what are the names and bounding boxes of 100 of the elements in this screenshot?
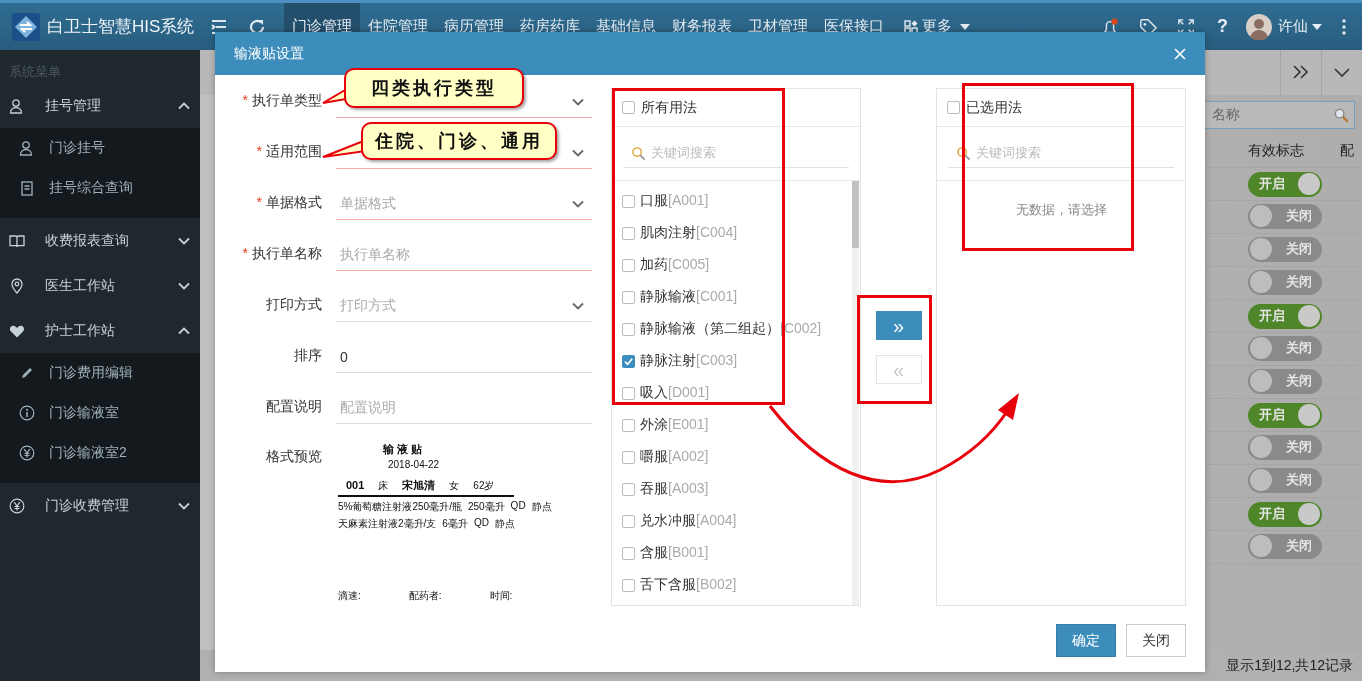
field-label: 打印方式 [265,295,322,314]
checkbox[interactable] [622,546,635,560]
close-icon[interactable] [1174,47,1186,60]
sidebar-group[interactable]: 护士工作站 [0,308,200,353]
checkbox[interactable] [622,514,635,528]
chevron-icon [178,501,190,510]
pagination-text: 显示1到12,共12记录 [1226,656,1353,675]
checkbox[interactable] [622,578,635,592]
option-label[interactable]: 吸入[D001] [640,384,710,402]
help-icon[interactable]: ? [1217,16,1228,37]
preview-cell: 天麻素注射液2毫升/支 [338,517,437,531]
checkbox[interactable] [947,101,960,114]
app-title: 白卫士智慧HIS系统 [47,16,195,38]
option-label[interactable]: 含服[B001] [640,544,709,562]
signature-label: 时间: [489,589,513,603]
sidebar-group[interactable]: 门诊收费管理 [0,483,200,528]
location-pin-icon [9,277,25,294]
patient-age: 62岁 [473,479,495,493]
toggle-switch[interactable]: 开启 [1248,402,1322,428]
close-button[interactable]: 关闭 [1126,624,1186,657]
field-label: * 单据格式 [255,193,322,212]
checkbox[interactable] [622,101,635,114]
option-label[interactable]: 兑水冲服[A004] [640,512,737,530]
option-label[interactable]: 加药[C005] [640,256,710,274]
option-label[interactable]: 嚼服[A002] [640,448,709,466]
signature-label: 配药者: [408,589,442,603]
option-label[interactable]: 肌肉注射[C004] [640,224,738,242]
toggle-switch[interactable]: 关闭 [1248,434,1322,460]
grid-icon [904,19,918,34]
search-icon [1334,107,1349,123]
checkbox[interactable] [622,322,635,336]
toggle-switch[interactable]: 关闭 [1248,269,1322,295]
input-field[interactable]: 0 [336,342,592,373]
preview-cell-text: QD [510,500,526,513]
patient-name: 宋旭清 [402,478,436,493]
search-icon [631,145,646,161]
checkbox[interactable] [622,482,635,496]
search-icon [956,145,971,161]
logo-icon [12,12,40,41]
sidebar-group[interactable]: 挂号管理 [0,83,200,128]
chevron-icon [572,302,584,310]
avatar-icon[interactable] [1246,13,1272,40]
field-label: 格式预览 [265,448,322,466]
column-header: 有效标志 [1248,142,1305,160]
sidebar-item[interactable]: 门诊费用编辑 [0,353,200,393]
field-label: * 适用范围 [255,142,322,161]
more-icon[interactable] [1342,18,1346,35]
toggle-switch[interactable]: 关闭 [1248,533,1322,559]
sidebar-item[interactable]: 门诊输液室2 [0,433,200,473]
patient-sex: 女 [449,479,460,493]
user-icon [9,97,25,114]
checkbox[interactable] [622,386,635,400]
option-label[interactable]: 吞服[A003] [640,480,709,498]
option-label[interactable]: 静脉输液[C001] [640,288,738,306]
column-header: 配 [1340,142,1354,160]
toggle-switch[interactable]: 开启 [1248,171,1322,197]
toggle-switch[interactable]: 关闭 [1248,236,1322,262]
option-label[interactable]: 口服[A001] [640,192,709,210]
signature-label: 滴速: [338,589,361,603]
toggle-switch[interactable]: 关闭 [1248,368,1322,394]
checkbox[interactable] [622,290,635,304]
option-label[interactable]: 静脉注射[C003] [640,352,738,370]
clipboard-icon [19,180,35,196]
sidebar-group[interactable]: 医生工作站 [0,263,200,308]
checkbox[interactable] [622,418,635,432]
preview-cell: 5%葡萄糖注射液250毫升/瓶 [338,500,462,514]
checkbox[interactable] [622,450,635,464]
pencil-icon [19,365,35,381]
checkbox[interactable] [622,226,635,240]
checkbox[interactable] [622,354,635,368]
chevron-icon [572,149,584,157]
bed-label: 床 [378,479,389,493]
checkbox[interactable] [622,258,635,272]
preview-title: 输 液 贴 [383,442,423,457]
toggle-switch[interactable]: 关闭 [1248,467,1322,493]
empty-message: 无数据，请选择 [1015,201,1107,219]
checkbox[interactable] [622,194,635,208]
toggle-switch[interactable]: 关闭 [1248,203,1322,229]
option-label[interactable]: 舌下含服[B002] [640,576,737,594]
sidebar-item[interactable]: 门诊输液室 [0,393,200,433]
scrollbar[interactable] [852,181,859,605]
chevron-icon [178,326,190,335]
option-label[interactable]: 外涂[E001] [640,416,709,434]
yen-icon [9,497,25,514]
sidebar-item[interactable]: 门诊挂号 [0,128,200,168]
chevron-icon [178,236,190,245]
sidebar-group[interactable]: 收费报表查询 [0,218,200,263]
toggle-switch[interactable]: 开启 [1248,303,1322,329]
field-label: * 执行单类型 [241,91,322,110]
chevron-icon [572,98,584,106]
panel-title: 所有用法 [641,98,697,117]
sidebar-item[interactable]: 挂号综合查询 [0,168,200,208]
preview-date: 2018-04-22 [388,459,440,470]
transfer-button[interactable]: » [875,311,922,340]
chevron-icon [178,281,190,290]
caret-icon [1312,23,1322,30]
confirm-button[interactable]: 确定 [1056,624,1116,657]
user-menu[interactable]: 许仙 [1278,17,1322,36]
toggle-switch[interactable]: 关闭 [1248,335,1322,361]
toggle-switch[interactable]: 开启 [1248,501,1322,527]
